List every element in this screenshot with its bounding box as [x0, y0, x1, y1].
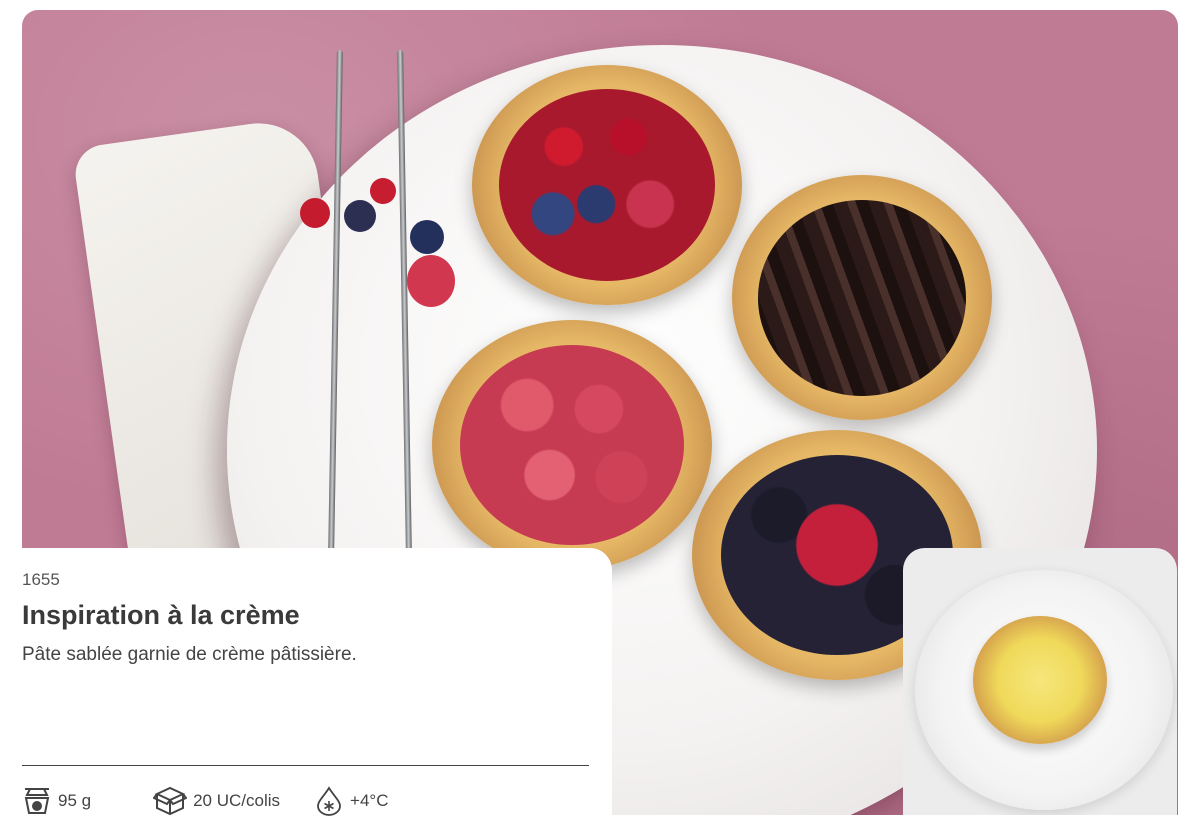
tart-chocolate: [732, 175, 992, 420]
loose-blueberry: [410, 220, 444, 254]
loose-currant: [300, 198, 330, 228]
thumbnail-cream-tart: [973, 616, 1107, 744]
product-specs: 95 g 20 UC/colis +4°C: [22, 786, 422, 816]
loose-blueberry: [344, 200, 376, 232]
spec-weight: 95 g: [22, 786, 91, 816]
spec-weight-value: 95 g: [58, 791, 92, 810]
divider: [22, 765, 589, 766]
product-code: 1655: [22, 570, 60, 589]
loose-raspberry: [407, 255, 455, 307]
tart-raspberry: [432, 320, 712, 570]
product-thumbnail[interactable]: [903, 548, 1177, 815]
spec-temperature: +4°C: [314, 786, 388, 816]
snowflake-drop-icon: [317, 786, 341, 816]
product-info-card: 1655 Inspiration à la crème Pâte sablée …: [0, 548, 612, 828]
tart-mixed-berries: [472, 65, 742, 305]
box-icon: [153, 786, 188, 816]
product-description: Pâte sablée garnie de crème pâtissière.: [22, 644, 357, 665]
product-title: Inspiration à la crème: [22, 600, 300, 630]
loose-currant: [370, 178, 396, 204]
spec-packaging: 20 UC/colis: [153, 786, 280, 816]
spec-temperature-value: +4°C: [350, 791, 389, 810]
scale-icon: [24, 788, 50, 814]
spec-packaging-value: 20 UC/colis: [193, 791, 281, 810]
